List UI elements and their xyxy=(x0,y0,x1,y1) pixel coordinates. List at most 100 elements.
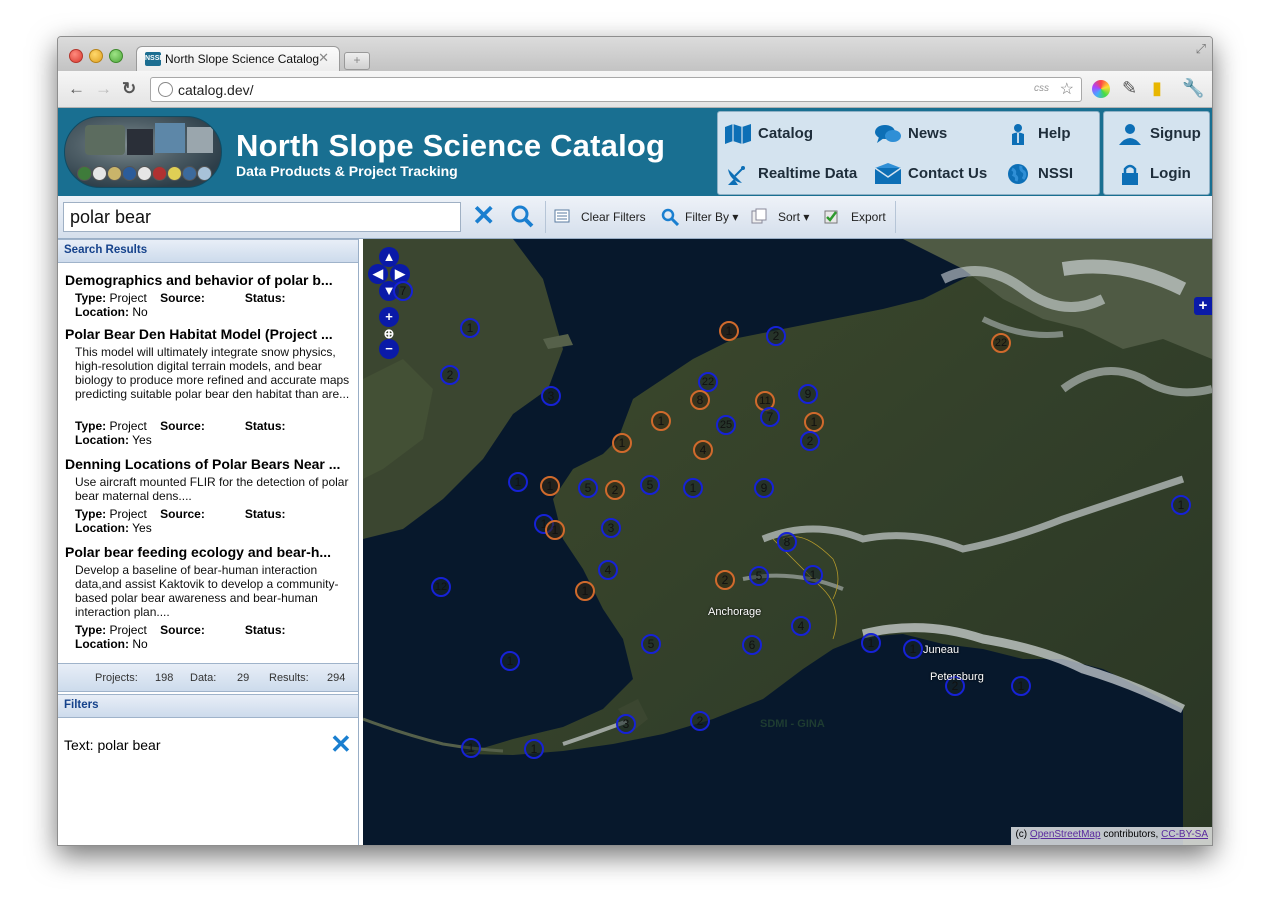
reload-icon[interactable]: ↻ xyxy=(122,79,136,99)
map-cluster-marker[interactable]: 4 xyxy=(693,440,713,460)
results-label: Results: xyxy=(269,672,309,684)
zoom-out-button[interactable]: − xyxy=(379,339,399,359)
eyedropper-icon[interactable]: ✎ xyxy=(1122,78,1137,99)
map-cluster-marker[interactable]: 2 xyxy=(690,711,710,731)
map-cluster-marker[interactable]: 1 xyxy=(903,639,923,659)
map-cluster-marker[interactable]: 2 xyxy=(800,431,820,451)
map-cluster-marker[interactable]: 5 xyxy=(578,478,598,498)
window-close-button[interactable] xyxy=(69,49,83,63)
map-cluster-marker[interactable]: 1 xyxy=(612,433,632,453)
results-count: 294 xyxy=(327,672,346,684)
clear-search-icon[interactable]: ✕ xyxy=(472,202,495,230)
remove-filter-icon[interactable]: ✕ xyxy=(330,731,352,757)
window-maximize-button[interactable] xyxy=(109,49,123,63)
map-cluster-marker[interactable]: 1 xyxy=(575,581,595,601)
map-cluster-marker[interactable]: 12 xyxy=(431,577,451,597)
site-subtitle: Data Products & Project Tracking xyxy=(236,163,458,179)
map-cluster-marker[interactable]: 1 xyxy=(500,651,520,671)
map-cluster-marker[interactable]: 5 xyxy=(641,634,661,654)
map-cluster-marker[interactable]: 1 xyxy=(719,321,739,341)
wrench-icon[interactable]: 🔧 xyxy=(1182,78,1204,99)
attribution-mid: contributors, xyxy=(1103,829,1159,840)
map-cluster-marker[interactable]: 2 xyxy=(766,326,786,346)
map-cluster-marker[interactable]: 3 xyxy=(541,386,561,406)
browser-tab[interactable]: NSSI North Slope Science Catalog ✕ xyxy=(136,46,340,72)
main-navigation: Catalog News Help Realtime Data Contact … xyxy=(717,111,1100,195)
map-cluster-marker[interactable]: 5 xyxy=(640,475,660,495)
map-cluster-marker[interactable]: 3 xyxy=(601,518,621,538)
map-cluster-marker[interactable]: 2 xyxy=(440,365,460,385)
clear-filters-button[interactable]: Clear Filters xyxy=(581,210,646,224)
color-picker-icon[interactable] xyxy=(1092,80,1110,98)
map-cluster-marker[interactable]: 1 xyxy=(804,412,824,432)
map-cluster-marker[interactable]: 9 xyxy=(754,478,774,498)
map-cluster-marker[interactable]: 1 xyxy=(1011,676,1031,696)
sort-label: Sort xyxy=(778,210,801,224)
map-cluster-marker[interactable]: 1 xyxy=(1171,495,1191,515)
search-toolbar: ✕ Clear Filters Filter By ▾ Sort ▾ xyxy=(58,196,1212,239)
map-cluster-marker[interactable]: 1 xyxy=(803,565,823,585)
map-cluster-marker[interactable]: 22 xyxy=(991,333,1011,353)
result-title[interactable]: Polar Bear Den Habitat Model (Project ..… xyxy=(65,326,353,342)
filter-by-button[interactable]: Filter By ▾ xyxy=(685,210,738,224)
tab-strip: NSSI North Slope Science Catalog ✕ + ⤢ xyxy=(58,37,1212,72)
map-cluster-marker[interactable]: 1 xyxy=(508,472,528,492)
map-cluster-marker[interactable]: 1 xyxy=(524,739,544,759)
map-cluster-marker[interactable]: 22 xyxy=(698,372,718,392)
browser-window: NSSI North Slope Science Catalog ✕ + ⤢ ←… xyxy=(57,36,1213,846)
license-link[interactable]: CC-BY-SA xyxy=(1161,829,1208,840)
results-list[interactable]: Demographics and behavior of polar b... … xyxy=(58,262,358,689)
map-cluster-marker[interactable]: 1 xyxy=(540,476,560,496)
web-page: North Slope Science Catalog Data Product… xyxy=(58,108,1212,845)
map-cluster-marker[interactable]: 4 xyxy=(791,616,811,636)
city-label-juneau: Juneau xyxy=(923,644,960,656)
map-cluster-marker[interactable]: 8 xyxy=(690,390,710,410)
map-cluster-marker[interactable]: 2 xyxy=(715,570,735,590)
map-cluster-marker[interactable]: 1 xyxy=(683,478,703,498)
map-cluster-marker[interactable]: 8 xyxy=(777,532,797,552)
result-title[interactable]: Polar bear feeding ecology and bear-h... xyxy=(65,544,353,560)
export-button[interactable]: Export xyxy=(851,210,886,224)
location-label: Location: xyxy=(75,637,129,651)
map-cluster-marker[interactable]: 3 xyxy=(616,714,636,734)
map-cluster-marker[interactable]: 5 xyxy=(749,566,769,586)
site-logo[interactable] xyxy=(64,116,222,188)
map-cluster-marker[interactable]: 1 xyxy=(545,520,565,540)
map-cluster-marker[interactable]: 2 xyxy=(605,480,625,500)
address-bar[interactable]: catalog.dev/ css ☆ xyxy=(150,77,1082,102)
map-cluster-marker[interactable]: 1 xyxy=(861,633,881,653)
map-cluster-marker[interactable]: 1 xyxy=(461,738,481,758)
css-badge[interactable]: css xyxy=(1034,83,1049,94)
map-cluster-marker[interactable]: 7 xyxy=(760,407,780,427)
bookmark-star-icon[interactable]: ☆ xyxy=(1060,79,1074,99)
envelope-icon xyxy=(874,163,902,185)
layer-switcher-button[interactable]: + xyxy=(1194,297,1212,315)
search-icon[interactable] xyxy=(510,204,534,228)
window-minimize-button[interactable] xyxy=(89,49,103,63)
phone-extension-icon[interactable]: ▮ xyxy=(1152,78,1162,99)
forward-icon[interactable]: → xyxy=(95,79,112,99)
location-label: Location: xyxy=(75,521,129,535)
nav-catalog-label: Catalog xyxy=(758,125,814,142)
tab-close-icon[interactable]: ✕ xyxy=(318,50,329,66)
back-icon[interactable]: ← xyxy=(68,79,85,99)
map-cluster-marker[interactable]: 7 xyxy=(393,281,413,301)
search-input[interactable] xyxy=(63,202,461,232)
map-cluster-marker[interactable]: 6 xyxy=(742,635,762,655)
map-cluster-marker[interactable]: 1 xyxy=(460,318,480,338)
fullscreen-icon[interactable]: ⤢ xyxy=(1196,41,1206,57)
map-cluster-marker[interactable]: 25 xyxy=(716,415,736,435)
map-cluster-marker[interactable]: 4 xyxy=(598,560,618,580)
new-tab-button[interactable]: + xyxy=(344,52,370,70)
browser-toolbar: ← → ↻ catalog.dev/ css ☆ ✎ ▮ 🔧 xyxy=(58,71,1212,108)
lock-icon xyxy=(1116,163,1144,185)
result-title[interactable]: Demographics and behavior of polar b... xyxy=(65,272,353,288)
location-value: No xyxy=(132,637,148,651)
person-help-icon xyxy=(1004,123,1032,145)
map-view[interactable]: ▲ ◀ ▶ ▼ + ⊕ − + 7 1 2 3 1 2 22 8 11 9 1 25 7 1 2 1 4 1 1 5 2… xyxy=(363,239,1212,845)
sort-button[interactable]: Sort ▾ xyxy=(778,210,809,224)
openstreetmap-link[interactable]: OpenStreetMap xyxy=(1030,829,1101,840)
result-title[interactable]: Denning Locations of Polar Bears Near ..… xyxy=(65,456,353,472)
map-cluster-marker[interactable]: 1 xyxy=(651,411,671,431)
map-cluster-marker[interactable]: 9 xyxy=(798,384,818,404)
